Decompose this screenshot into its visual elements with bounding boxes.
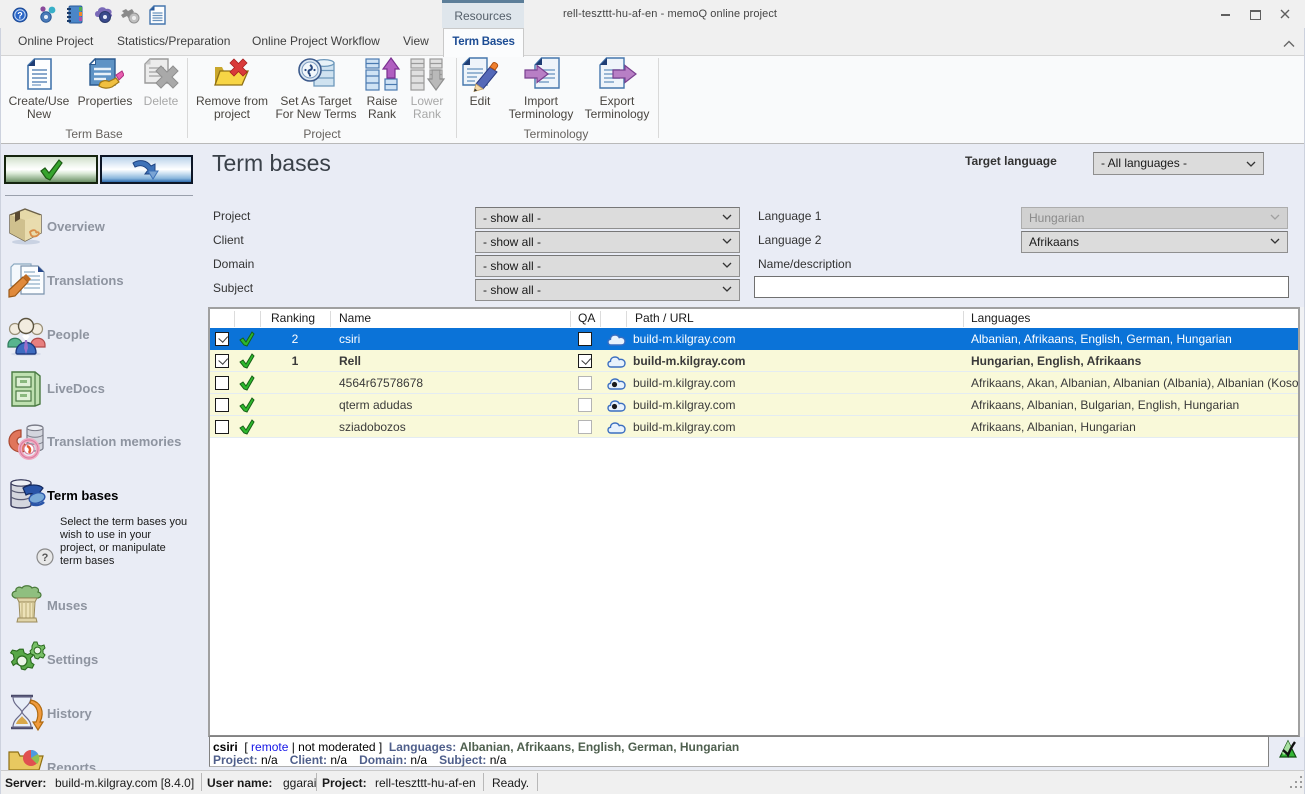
svg-text:?: ? xyxy=(42,552,49,564)
svg-text:?: ? xyxy=(17,11,23,21)
